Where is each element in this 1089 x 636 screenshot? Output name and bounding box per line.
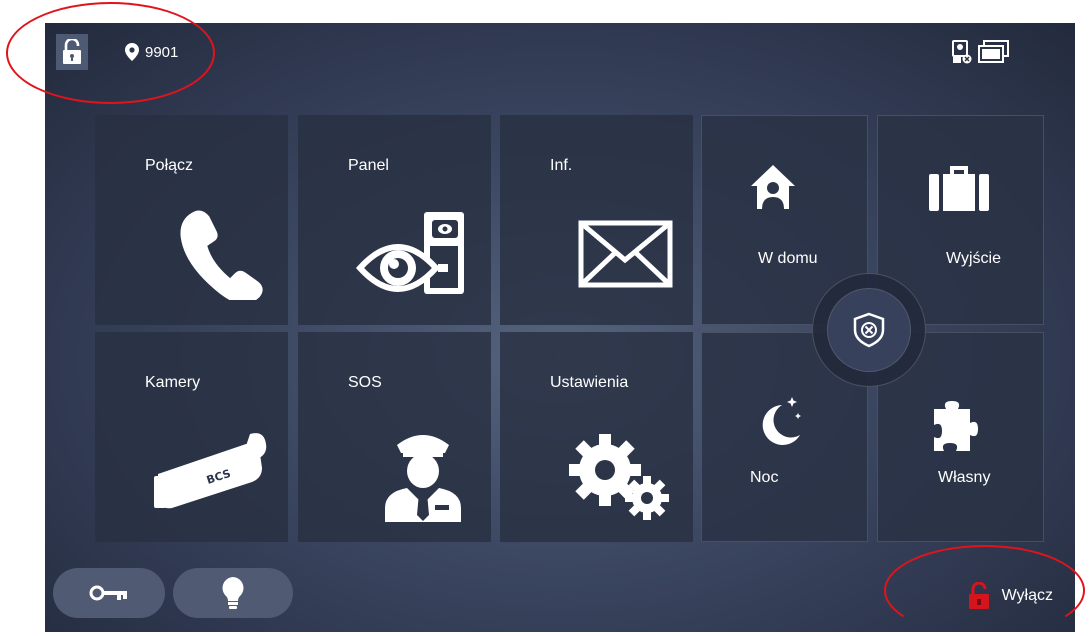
tile-panel-label: Panel xyxy=(348,157,389,174)
intercom-screen: 9901 Połącz Panel Inf. Kamery BCS SOS Us… xyxy=(45,23,1075,632)
tile-info[interactable]: Inf. xyxy=(500,115,693,325)
unlock-button[interactable] xyxy=(56,34,88,70)
tile-panel[interactable]: Panel xyxy=(298,115,491,325)
security-guard-icon xyxy=(385,435,461,522)
monitor-stack-icon xyxy=(978,40,1009,63)
briefcase-icon xyxy=(929,166,989,211)
gears-icon xyxy=(569,434,669,520)
mode-home-label: W domu xyxy=(758,250,818,267)
map-pin-icon xyxy=(125,43,139,61)
tile-settings[interactable]: Ustawienia xyxy=(500,332,693,542)
disarm-label: Wyłącz xyxy=(1001,587,1053,604)
mode-night-label: Noc xyxy=(750,469,779,486)
key-icon xyxy=(89,585,127,601)
arm-status-inner xyxy=(827,288,911,372)
envelope-icon xyxy=(578,220,673,288)
key-button[interactable] xyxy=(53,568,165,618)
camera-offline-icon xyxy=(952,40,972,64)
unlock-icon xyxy=(63,39,81,64)
bulb-icon xyxy=(222,577,244,609)
eye-door-panel-icon xyxy=(356,212,464,294)
tile-call[interactable]: Połącz xyxy=(95,115,288,325)
tile-settings-label: Ustawienia xyxy=(550,374,629,391)
mode-away-label: Wyjście xyxy=(946,250,1001,267)
phone-handset-icon xyxy=(180,210,263,300)
tile-cameras[interactable]: Kamery BCS xyxy=(95,332,288,542)
status-icons xyxy=(952,40,1010,64)
home-person-icon xyxy=(751,165,795,209)
tile-cameras-label: Kamery xyxy=(145,374,201,391)
tile-info-label: Inf. xyxy=(550,157,573,174)
red-unlock-icon xyxy=(968,582,989,609)
shield-x-icon xyxy=(853,312,885,348)
room-number: 9901 xyxy=(145,43,179,61)
moon-stars-icon xyxy=(762,397,801,445)
cctv-camera-icon: BCS xyxy=(154,433,267,509)
tile-sos-label: SOS xyxy=(348,374,382,391)
puzzle-icon xyxy=(934,401,978,451)
mode-custom-label: Własny xyxy=(938,469,991,486)
disarm-button[interactable]: Wyłącz xyxy=(968,582,1053,610)
arm-status-button[interactable] xyxy=(812,273,926,387)
tile-call-label: Połącz xyxy=(145,157,194,174)
tile-sos[interactable]: SOS xyxy=(298,332,491,542)
light-button[interactable] xyxy=(173,568,293,618)
location-indicator: 9901 xyxy=(125,43,178,61)
